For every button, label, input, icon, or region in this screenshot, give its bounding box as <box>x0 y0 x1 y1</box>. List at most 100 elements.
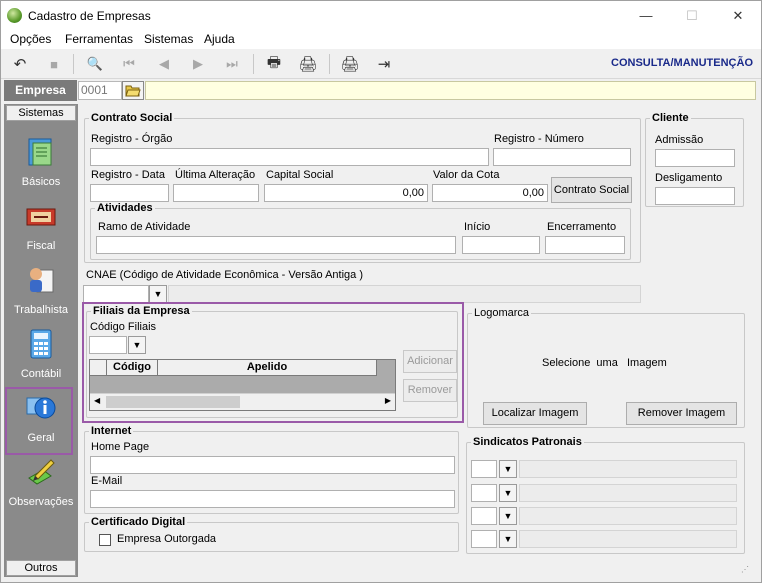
sidebar-item-fiscal[interactable]: Fiscal <box>4 200 78 260</box>
menu-sistemas[interactable]: Sistemas <box>144 32 193 46</box>
grid-header-apelido[interactable]: Apelido <box>158 360 377 376</box>
registro-orgao-input[interactable] <box>90 148 489 166</box>
codigo-filiais-input[interactable] <box>89 336 127 354</box>
atividades-legend: Atividades <box>97 202 153 214</box>
menu-opcoes[interactable]: Opções <box>10 32 51 46</box>
menu-ferramentas[interactable]: Ferramentas <box>65 32 133 46</box>
sidebar-header-outros[interactable]: Outros <box>6 560 76 576</box>
sidebar-item-basicos[interactable]: Básicos <box>4 136 78 196</box>
registro-numero-input[interactable] <box>493 148 631 166</box>
sindicatos-legend: Sindicatos Patronais <box>473 436 582 448</box>
preview-icon[interactable]: 🔍 <box>84 53 106 75</box>
email-input[interactable] <box>90 490 455 508</box>
stop-icon[interactable]: ■ <box>43 53 65 75</box>
empresa-bar: Empresa 0001 <box>4 80 756 101</box>
sidebar-item-trabalhista[interactable]: Trabalhista <box>4 264 78 324</box>
title-bar: Cadastro de Empresas — ☐ ✕ <box>1 1 761 30</box>
empresa-code-input[interactable]: 0001 <box>78 81 122 100</box>
cnae-dropdown-icon[interactable]: ▼ <box>149 285 167 303</box>
sindicatos-group: Sindicatos Patronais ▼ ▼ ▼ ▼ <box>466 436 745 554</box>
open-folder-icon[interactable] <box>122 81 144 100</box>
desligamento-label: Desligamento <box>655 172 723 184</box>
adicionar-button[interactable]: Adicionar <box>403 350 457 373</box>
sindicato-1-description <box>519 460 737 478</box>
sidebar-item-label: Fiscal <box>26 240 56 252</box>
prev-record-icon[interactable]: ◀ <box>153 53 175 75</box>
form-content: Contrato Social Registro - Órgão Registr… <box>81 104 755 577</box>
main-window: Cadastro de Empresas — ☐ ✕ Opções Ferram… <box>0 0 762 583</box>
inicio-label: Início <box>464 221 491 233</box>
empresa-name-field[interactable] <box>145 81 756 100</box>
sindicato-2-dropdown-icon[interactable]: ▼ <box>499 484 517 502</box>
desligamento-input[interactable] <box>655 187 735 205</box>
grid-header-codigo[interactable]: Código <box>107 360 158 376</box>
last-record-icon[interactable]: ⏭ <box>221 53 243 75</box>
basicos-icon <box>28 138 52 166</box>
first-record-icon[interactable]: ⏮ <box>118 53 140 75</box>
admissao-input[interactable] <box>655 149 735 167</box>
valor-cota-label: Valor da Cota <box>433 169 500 181</box>
mode-label: CONSULTA/MANUTENÇÃO <box>611 57 753 69</box>
atividades-group: Atividades Ramo de Atividade Início Ence… <box>90 202 631 260</box>
sidebar-item-label: Básicos <box>21 176 61 188</box>
next-record-icon[interactable]: ▶ <box>187 53 209 75</box>
grid-horizontal-scrollbar[interactable]: ◀ ▶ <box>90 393 395 410</box>
sidebar-item-observacoes[interactable]: Observações <box>4 456 78 516</box>
encerramento-input[interactable] <box>545 236 625 254</box>
empresa-outorgada-checkbox[interactable] <box>99 534 111 546</box>
sindicato-4-input[interactable] <box>471 530 497 548</box>
sindicato-3-dropdown-icon[interactable]: ▼ <box>499 507 517 525</box>
encerramento-label: Encerramento <box>547 221 617 233</box>
minimize-button[interactable]: — <box>623 1 669 30</box>
codigo-filiais-label: Código Filiais <box>90 321 157 333</box>
sidebar-header-sistemas[interactable]: Sistemas <box>6 105 76 121</box>
resize-grip-icon[interactable]: ⋰ <box>741 565 751 575</box>
maximize-button[interactable]: ☐ <box>669 1 715 30</box>
capital-social-input[interactable]: 0,00 <box>264 184 428 202</box>
sindicato-2-input[interactable] <box>471 484 497 502</box>
sindicato-1-input[interactable] <box>471 460 497 478</box>
remover-imagem-button[interactable]: Remover Imagem <box>626 402 737 425</box>
toolbar-separator <box>253 54 254 74</box>
remover-filial-button[interactable]: Remover <box>403 379 457 402</box>
undo-icon[interactable]: ↶ <box>9 53 31 75</box>
menu-ajuda[interactable]: Ajuda <box>204 32 235 46</box>
filiais-grid[interactable]: Código Apelido ◀ ▶ <box>89 359 396 411</box>
print-setup-icon[interactable]: 🖨 <box>297 53 319 75</box>
registro-orgao-label: Registro - Órgão <box>91 133 173 145</box>
logomarca-placeholder[interactable]: Selecione uma Imagem <box>542 357 667 369</box>
scroll-right-icon[interactable]: ▶ <box>385 396 391 405</box>
calculator-icon <box>30 329 52 359</box>
ultima-alteracao-input[interactable] <box>173 184 259 202</box>
codigo-filiais-dropdown-icon[interactable]: ▼ <box>128 336 146 354</box>
sindicato-3-input[interactable] <box>471 507 497 525</box>
home-page-label: Home Page <box>91 441 150 453</box>
settings-icon[interactable]: 🖨 <box>339 53 361 75</box>
logomarca-group: Logomarca Selecione uma Imagem Localizar… <box>467 307 745 428</box>
pencil-icon <box>28 459 55 485</box>
ramo-atividade-label: Ramo de Atividade <box>98 221 191 233</box>
home-page-input[interactable] <box>90 456 455 474</box>
scroll-thumb[interactable] <box>106 396 240 408</box>
inicio-input[interactable] <box>462 236 540 254</box>
sindicato-4-dropdown-icon[interactable]: ▼ <box>499 530 517 548</box>
sindicato-1-dropdown-icon[interactable]: ▼ <box>499 460 517 478</box>
capital-social-label: Capital Social <box>266 169 334 181</box>
print-icon[interactable]: 🖶 <box>263 53 285 75</box>
localizar-imagem-button[interactable]: Localizar Imagem <box>483 402 587 425</box>
cnae-code-input[interactable] <box>83 285 149 303</box>
toolbar-separator <box>329 54 330 74</box>
registro-data-label: Registro - Data <box>91 169 165 181</box>
ramo-atividade-input[interactable] <box>96 236 456 254</box>
contrato-social-button[interactable]: Contrato Social <box>551 177 632 203</box>
sidebar: Sistemas Básicos Fiscal Trabalhista Cont… <box>4 104 78 577</box>
logomarca-legend: Logomarca <box>474 307 530 319</box>
registro-data-input[interactable] <box>90 184 169 202</box>
sidebar-item-label: Observações <box>8 496 74 508</box>
sidebar-item-contabil[interactable]: Contábil <box>4 328 78 388</box>
close-button[interactable]: ✕ <box>715 1 761 30</box>
exit-icon[interactable]: ⇥ <box>373 53 395 75</box>
valor-cota-input[interactable]: 0,00 <box>432 184 548 202</box>
contrato-social-group: Contrato Social Registro - Órgão Registr… <box>84 112 641 263</box>
scroll-left-icon[interactable]: ◀ <box>94 396 100 405</box>
